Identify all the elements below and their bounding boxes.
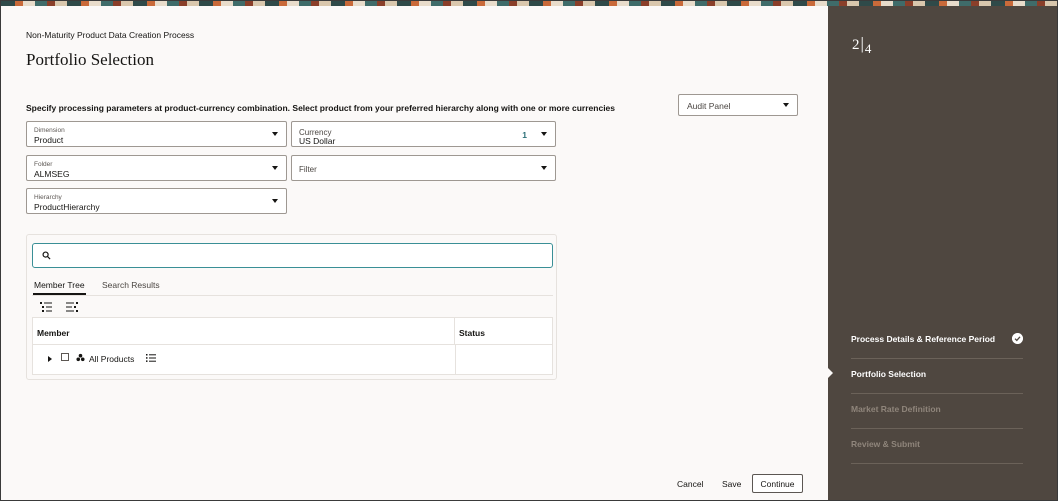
filter-select[interactable]: Filter [291,155,556,181]
column-divider [455,345,456,375]
hierarchy-select[interactable]: Hierarchy ProductHierarchy [26,188,287,214]
app-window: Non-Maturity Product Data Creation Proce… [0,0,1058,501]
continue-button[interactable]: Continue [752,474,803,493]
process-title: Non-Maturity Product Data Creation Proce… [26,30,195,40]
search-icon [42,251,51,260]
dimension-value: Product [34,135,64,145]
filter-placeholder: Filter [299,165,317,174]
currency-value: US Dollar [299,136,336,146]
chevron-down-icon [272,132,278,136]
audit-panel-label: Audit Panel [687,101,731,111]
step-label: Market Rate Definition [851,404,941,414]
member-table: Member Status All Products [32,317,553,375]
hierarchy-value: ProductHierarchy [34,202,100,212]
folder-label: Folder [34,161,53,168]
hierarchy-node-icon [76,353,85,362]
train-steps: Process Details & Reference Period Portf… [851,324,1023,464]
audit-panel-dropdown[interactable]: Audit Panel [678,94,798,116]
train-step-portfolio-selection[interactable]: Portfolio Selection [851,359,1023,394]
step-total: 4 [864,41,872,56]
save-button[interactable]: Save [722,479,741,489]
train-sidebar: 2|4 Process Details & Reference Period P… [828,6,1057,500]
chevron-down-icon [541,132,547,136]
column-header-status[interactable]: Status [455,318,552,344]
dimension-label: Dimension [34,127,65,134]
train-step-market-rate[interactable]: Market Rate Definition [851,394,1023,429]
header-divider [33,344,552,345]
chevron-down-icon [541,166,547,170]
page-title: Portfolio Selection [26,50,154,69]
tab-search-results[interactable]: Search Results [102,280,160,290]
chevron-down-icon [272,166,278,170]
search-input[interactable] [32,243,553,268]
step-label: Process Details & Reference Period [851,334,996,344]
collapse-all-icon[interactable] [66,302,78,312]
tab-divider [32,295,553,296]
currency-select[interactable]: Currency US Dollar 1 [291,121,556,147]
expand-caret-icon[interactable] [48,356,52,362]
step-label: Portfolio Selection [851,369,927,379]
tree-node-label[interactable]: All Products [89,354,134,364]
folder-select[interactable]: Folder ALMSEG [26,155,287,181]
column-header-member[interactable]: Member [33,318,455,344]
main-content: Non-Maturity Product Data Creation Proce… [2,6,828,500]
row-checkbox[interactable] [61,353,69,361]
row-divider [33,374,552,375]
hierarchy-label: Hierarchy [34,194,62,201]
expand-all-icon[interactable] [40,302,52,312]
train-step-review-submit[interactable]: Review & Submit [851,429,1023,464]
step-separator: | [860,34,864,53]
step-current: 2 [852,37,860,53]
train-step-process-details[interactable]: Process Details & Reference Period [851,324,1023,359]
folder-value: ALMSEG [34,169,70,179]
checkmark-icon [1012,333,1023,344]
currency-count-badge: 1 [522,130,527,140]
member-tree-panel: Member Tree Search Results Member Status [26,234,557,380]
step-label: Review & Submit [851,439,920,449]
current-step-pointer [828,368,833,378]
cancel-button[interactable]: Cancel [677,479,703,489]
instructions-text: Specify processing parameters at product… [26,103,616,113]
dimension-select[interactable]: Dimension Product [26,121,287,147]
chevron-down-icon [272,199,278,203]
step-counter: 2|4 [852,34,872,56]
tab-member-tree[interactable]: Member Tree [33,280,86,295]
chevron-down-icon [783,103,789,107]
list-icon[interactable] [146,354,156,362]
